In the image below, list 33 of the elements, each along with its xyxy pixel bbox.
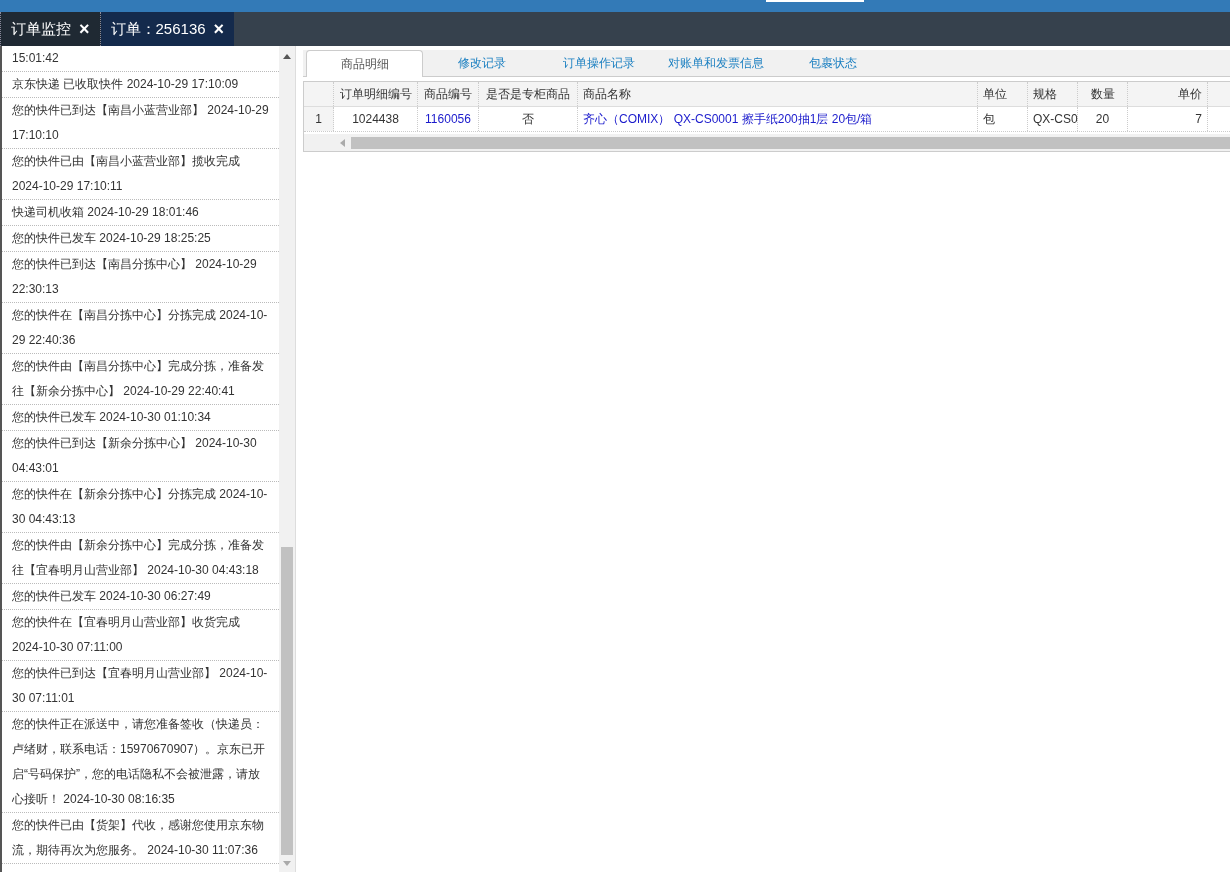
table-cell: 1024438 [334,107,418,131]
column-header: 订单明细编号 [334,82,418,106]
scroll-thumb[interactable] [351,136,1230,149]
column-header: 商品编号 [418,82,479,106]
detail-tab[interactable]: 对账单和发票信息 [657,50,774,76]
column-header: 数量 [1078,82,1128,106]
column-header: 单价 [1128,82,1208,106]
scroll-up-icon[interactable] [283,54,291,59]
tab-label: 订单：256136 [110,18,206,39]
scroll-down-icon[interactable] [283,861,291,866]
window-tab[interactable]: 订单：256136 × [100,12,235,46]
detail-tab[interactable]: 修改记录 [423,50,540,76]
scroll-thumb[interactable] [281,547,293,855]
table-cell: 20 [1078,107,1128,131]
column-header: 规格 [1028,82,1078,106]
table-cell: 1160056 [418,107,479,131]
table-cell: 包 [978,107,1028,131]
detail-tab[interactable]: 商品明细 [306,50,423,77]
column-header: 单位 [978,82,1028,106]
table-cell: 否 [479,107,578,131]
tab-label: 订单监控 [11,18,71,39]
window-tab[interactable]: 订单监控 × [0,12,101,46]
detail-tab[interactable]: 包裹状态 [774,50,891,76]
row-number: 1 [304,107,334,131]
column-header: 商品名称 [578,82,978,106]
column-header: 是否是专柜商品 [479,82,578,106]
detail-tab[interactable]: 订单操作记录 [540,50,657,76]
close-button[interactable]: × [213,20,225,38]
table-cell: 齐心（COMIX） QX-CS0001 擦手纸200抽1层 20包/箱 [578,107,978,131]
table-cell: QX-CS0 [1028,107,1078,131]
scroll-left-icon[interactable] [340,138,345,147]
table-cell: 7 [1128,107,1208,131]
close-button[interactable]: × [79,20,90,38]
